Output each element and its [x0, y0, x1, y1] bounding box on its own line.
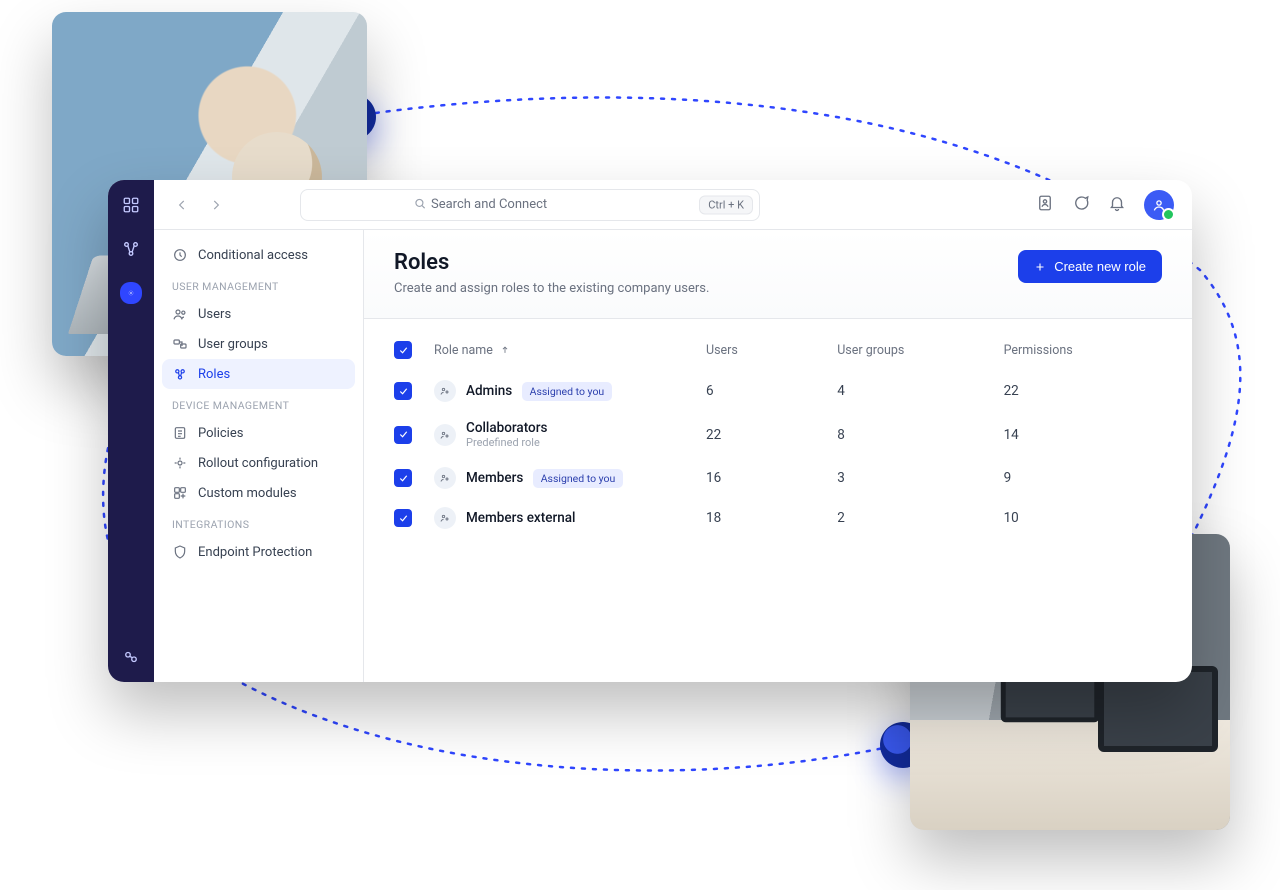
- row-checkbox[interactable]: [394, 469, 412, 487]
- sidebar-item-label: Conditional access: [198, 248, 308, 263]
- avatar[interactable]: [1144, 190, 1174, 220]
- table-header-row: Role name Users User groups Permissions: [394, 333, 1162, 371]
- roles-table: Role name Users User groups Permissions …: [364, 319, 1192, 552]
- search-input[interactable]: Search and Connect Ctrl + K: [300, 189, 760, 221]
- sidebar-item-conditional-access[interactable]: Conditional access: [162, 240, 355, 270]
- plus-icon: [1034, 261, 1046, 273]
- assigned-badge: Assigned to you: [533, 469, 624, 488]
- col-permissions[interactable]: Permissions: [1004, 343, 1162, 358]
- table-row[interactable]: Members Assigned to you 16 3 9: [394, 458, 1162, 498]
- rail-settings-icon[interactable]: [120, 282, 142, 304]
- cell-users: 16: [706, 470, 829, 486]
- table-row[interactable]: Members external 18 2 10: [394, 498, 1162, 538]
- contacts-icon[interactable]: [1036, 194, 1054, 216]
- cell-groups: 4: [837, 383, 995, 399]
- search-shortcut-hint: Ctrl + K: [699, 195, 753, 214]
- sidebar-item-label: Endpoint Protection: [198, 545, 312, 560]
- search-placeholder: Search and Connect: [431, 197, 547, 212]
- row-checkbox[interactable]: [394, 509, 412, 527]
- chat-icon[interactable]: [1072, 194, 1090, 216]
- cell-users: 18: [706, 510, 829, 526]
- page-header: Roles Create and assign roles to the exi…: [364, 230, 1192, 319]
- table-row[interactable]: Admins Assigned to you 6 4 22: [394, 371, 1162, 411]
- rail-integrations-icon[interactable]: [120, 646, 142, 668]
- cell-groups: 3: [837, 470, 995, 486]
- sidebar-item-label: User groups: [198, 337, 268, 352]
- sidebar-item-custom-modules[interactable]: Custom modules: [162, 478, 355, 508]
- sidebar-item-roles[interactable]: Roles: [162, 359, 355, 389]
- sidebar-item-rollout-configuration[interactable]: Rollout configuration: [162, 448, 355, 478]
- app-window: Search and Connect Ctrl + K Conditional …: [108, 180, 1192, 682]
- sidebar-item-label: Policies: [198, 426, 243, 441]
- sidebar-item-label: Custom modules: [198, 486, 297, 501]
- page-title: Roles: [394, 250, 709, 275]
- row-checkbox[interactable]: [394, 382, 412, 400]
- bell-icon[interactable]: [1108, 194, 1126, 216]
- create-role-button[interactable]: Create new role: [1018, 250, 1162, 283]
- table-row[interactable]: Collaborators Predefined role 22 8 14: [394, 411, 1162, 458]
- assigned-badge: Assigned to you: [522, 382, 613, 401]
- col-users[interactable]: Users: [706, 343, 829, 358]
- sidebar-item-user-groups[interactable]: User groups: [162, 329, 355, 359]
- cell-users: 22: [706, 427, 829, 443]
- role-name: Members: [466, 470, 523, 486]
- select-all-checkbox[interactable]: [394, 341, 412, 359]
- page-subtitle: Create and assign roles to the existing …: [394, 281, 709, 296]
- topbar: Search and Connect Ctrl + K: [154, 180, 1192, 230]
- role-icon: [434, 507, 456, 529]
- sidebar-group-integrations: INTEGRATIONS: [162, 508, 355, 537]
- cell-perms: 10: [1004, 510, 1162, 526]
- role-name: Members external: [466, 510, 575, 526]
- cell-groups: 8: [837, 427, 995, 443]
- main-content: Roles Create and assign roles to the exi…: [364, 230, 1192, 682]
- cell-perms: 9: [1004, 470, 1162, 486]
- cell-perms: 14: [1004, 427, 1162, 443]
- role-icon: [434, 380, 456, 402]
- sidebar-item-label: Rollout configuration: [198, 456, 318, 471]
- rail-workflow-icon[interactable]: [120, 238, 142, 260]
- cta-label: Create new role: [1054, 259, 1146, 274]
- role-subtitle: Predefined role: [466, 436, 547, 449]
- rail-dashboard-icon[interactable]: [120, 194, 142, 216]
- sidebar-item-endpoint-protection[interactable]: Endpoint Protection: [162, 537, 355, 567]
- nav-forward-button[interactable]: [206, 195, 226, 215]
- nav-rail: [108, 180, 154, 682]
- nav-back-button[interactable]: [172, 195, 192, 215]
- col-user-groups[interactable]: User groups: [837, 343, 995, 358]
- cell-perms: 22: [1004, 383, 1162, 399]
- search-icon: [413, 195, 427, 214]
- sidebar-item-policies[interactable]: Policies: [162, 418, 355, 448]
- col-role-name[interactable]: Role name: [434, 343, 698, 358]
- sidebar-item-label: Roles: [198, 367, 230, 382]
- cell-groups: 2: [837, 510, 995, 526]
- sidebar-item-label: Users: [198, 307, 231, 322]
- role-icon: [434, 467, 456, 489]
- role-name: Collaborators: [466, 420, 547, 436]
- row-checkbox[interactable]: [394, 426, 412, 444]
- cell-users: 6: [706, 383, 829, 399]
- sidebar-group-user-management: USER MANAGEMENT: [162, 270, 355, 299]
- sidebar-item-users[interactable]: Users: [162, 299, 355, 329]
- role-icon: [434, 424, 456, 446]
- sidebar: Conditional access USER MANAGEMENT Users…: [154, 230, 364, 682]
- sidebar-group-device-management: DEVICE MANAGEMENT: [162, 389, 355, 418]
- role-name: Admins: [466, 383, 512, 399]
- sort-asc-icon: [500, 345, 510, 355]
